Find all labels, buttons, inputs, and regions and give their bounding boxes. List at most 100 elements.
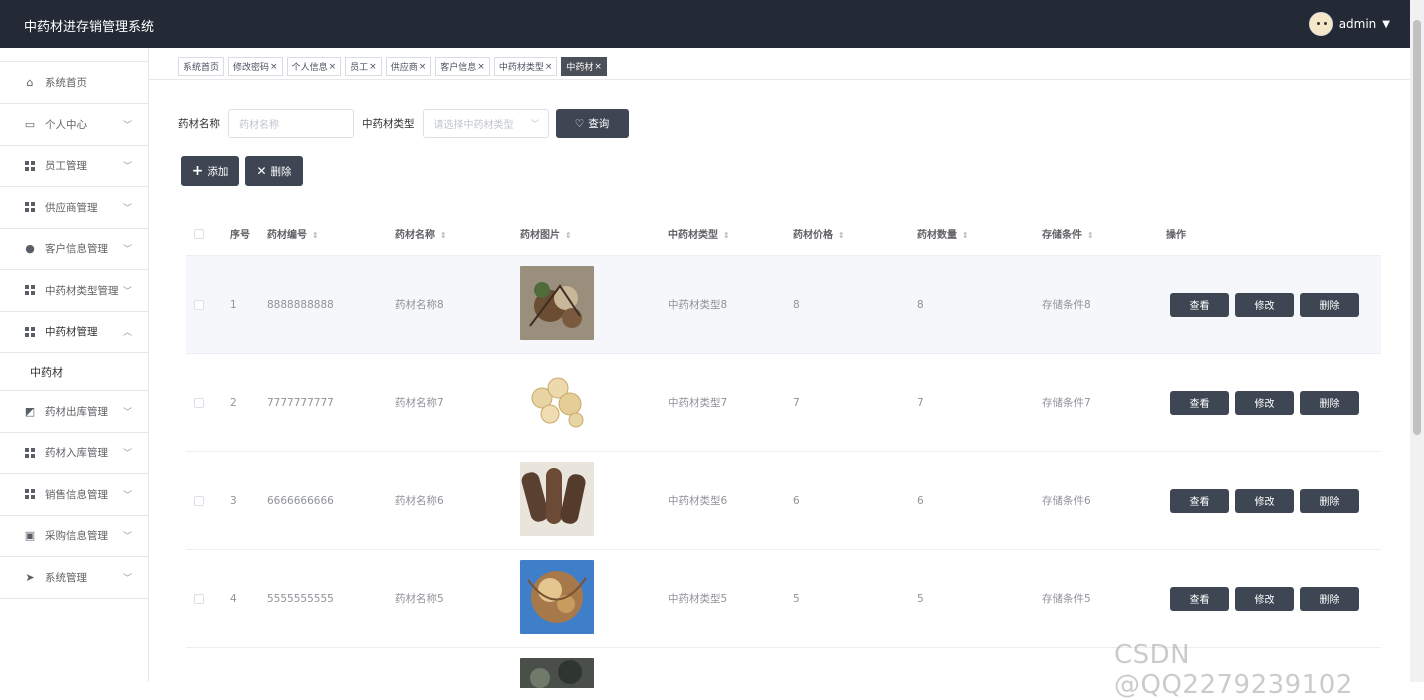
close-icon[interactable]: × <box>594 62 602 72</box>
sidebar-item-purchase[interactable]: ▣ 采购信息管理 ﹀ <box>0 516 148 557</box>
tab-herb-type[interactable]: 中药材类型 × <box>493 57 558 76</box>
sidebar-item-label: 员工管理 <box>45 160 87 173</box>
sidebar-item-personal[interactable]: ▭ 个人中心 ﹀ <box>0 104 148 146</box>
col-label: 药材图片 <box>520 230 560 241</box>
sort-icon: ⇕ <box>1087 231 1094 240</box>
edit-button[interactable]: 修改 <box>1235 586 1294 611</box>
herb-image[interactable] <box>520 366 594 443</box>
tab-supplier[interactable]: 供应商 × <box>385 57 432 76</box>
sidebar-item-label: 药材入库管理 <box>45 447 108 460</box>
row-delete-button[interactable]: 删除 <box>1300 488 1359 513</box>
sidebar-item-sales[interactable]: 销售信息管理 ﹀ <box>0 474 148 516</box>
sidebar-item-label: 供应商管理 <box>45 201 98 214</box>
close-icon[interactable]: × <box>270 62 278 72</box>
name-label: 药材名称 <box>178 118 220 130</box>
herb-image[interactable] <box>520 658 594 688</box>
scrollbar-thumb[interactable] <box>1413 20 1421 435</box>
row-checkbox[interactable] <box>194 593 204 604</box>
grid-icon <box>24 201 36 213</box>
button-label: 添加 <box>207 165 229 178</box>
close-icon[interactable]: × <box>369 62 377 72</box>
sidebar-item-supplier[interactable]: 供应商管理 ﹀ <box>0 187 148 229</box>
tab-staff[interactable]: 员工 × <box>345 57 382 76</box>
name-search-input[interactable]: 药材名称 <box>228 109 354 138</box>
view-button[interactable]: 查看 <box>1170 292 1229 317</box>
sidebar-item-label: 销售信息管理 <box>45 488 108 501</box>
sidebar-item-system[interactable]: ➤ 系统管理 ﹀ <box>0 557 148 599</box>
chevron-down-icon: ﹀ <box>122 407 132 418</box>
sort-icon: ⇕ <box>440 231 447 240</box>
col-image[interactable]: 药材图片 ⇕ <box>520 226 572 241</box>
chevron-down-icon: ﹀ <box>122 245 132 256</box>
cell-price: 6 <box>793 494 800 507</box>
row-checkbox[interactable] <box>194 397 204 408</box>
col-price[interactable]: 药材价格 ⇕ <box>793 226 845 241</box>
sidebar-item-inbound[interactable]: 药材入库管理 ﹀ <box>0 433 148 474</box>
close-icon[interactable]: × <box>545 62 553 72</box>
cell-type: 中药材类型6 <box>668 495 728 507</box>
x-icon: ✕ <box>256 164 267 178</box>
col-label: 药材编号 <box>267 230 307 241</box>
sidebar-item-staff[interactable]: 员工管理 ﹀ <box>0 146 148 187</box>
user-menu[interactable]: admin ▼ <box>1308 12 1390 36</box>
col-qty[interactable]: 药材数量 ⇕ <box>917 226 969 241</box>
sidebar-item-label: 中药材类型管理 <box>45 284 119 297</box>
view-button[interactable]: 查看 <box>1170 586 1229 611</box>
plus-icon: + <box>191 163 204 179</box>
herb-image[interactable] <box>520 266 594 343</box>
row-delete-button[interactable]: 删除 <box>1300 586 1359 611</box>
col-type[interactable]: 中药材类型 ⇕ <box>668 226 730 241</box>
scrollbar[interactable] <box>1410 0 1424 682</box>
col-name[interactable]: 药材名称 ⇕ <box>395 226 447 241</box>
sidebar-item-customer[interactable]: ● 客户信息管理 ﹀ <box>0 229 148 270</box>
row-checkbox[interactable] <box>194 299 204 310</box>
app-title: 中药材进存销管理系统 <box>24 20 155 35</box>
chevron-down-icon: ﹀ <box>122 573 132 584</box>
close-icon[interactable]: × <box>329 62 337 72</box>
sidebar-item-herb-type[interactable]: 中药材类型管理 ﹀ <box>0 270 148 312</box>
sidebar-item-home[interactable]: ⌂ 系统首页 <box>0 62 148 104</box>
col-label: 药材名称 <box>395 230 435 241</box>
close-icon[interactable]: × <box>419 62 427 72</box>
tab-herb[interactable]: 中药材 × <box>561 57 607 76</box>
col-storage[interactable]: 存储条件 ⇕ <box>1042 226 1094 241</box>
cell-storage: 存储条件5 <box>1042 593 1091 605</box>
close-icon[interactable]: × <box>477 62 485 72</box>
home-icon: ⌂ <box>26 76 34 89</box>
edit-button[interactable]: 修改 <box>1235 292 1294 317</box>
tab-label: 客户信息 <box>440 63 477 73</box>
add-button[interactable]: + 添加 <box>181 156 239 186</box>
tab-password[interactable]: 修改密码 × <box>228 57 283 76</box>
select-all-checkbox[interactable] <box>194 228 204 239</box>
view-button[interactable]: 查看 <box>1170 488 1229 513</box>
herb-image[interactable] <box>520 560 594 637</box>
col-label: 存储条件 <box>1042 230 1082 241</box>
sidebar-item-label: 个人中心 <box>45 118 87 131</box>
tab-home[interactable]: 系统首页 <box>178 57 225 76</box>
cell-storage: 存储条件7 <box>1042 397 1091 409</box>
tab-customer[interactable]: 客户信息 × <box>435 57 490 76</box>
grid-icon <box>24 160 36 172</box>
query-button[interactable]: ♡ 查询 <box>555 109 629 138</box>
sidebar-item-label: 客户信息管理 <box>45 243 108 256</box>
col-code[interactable]: 药材编号 ⇕ <box>267 226 319 241</box>
row-checkbox[interactable] <box>194 495 204 506</box>
edit-button[interactable]: 修改 <box>1235 390 1294 415</box>
cell-name: 药材名称6 <box>395 495 444 507</box>
row-delete-button[interactable]: 删除 <box>1300 390 1359 415</box>
herb-image[interactable] <box>520 462 594 539</box>
sort-icon: ⇕ <box>838 231 845 240</box>
delete-button[interactable]: ✕ 删除 <box>245 156 303 186</box>
type-select[interactable]: 请选择中药材类型 ﹀ <box>422 109 549 138</box>
divider <box>149 79 1410 80</box>
view-button[interactable]: 查看 <box>1170 390 1229 415</box>
sidebar-item-outbound[interactable]: ◩ 药材出库管理 ﹀ <box>0 391 148 433</box>
tab-profile[interactable]: 个人信息 × <box>286 57 342 76</box>
sidebar-subitem-herb[interactable]: 中药材 <box>0 353 148 391</box>
edit-button[interactable]: 修改 <box>1235 488 1294 513</box>
doc-icon: ▣ <box>24 529 36 543</box>
tab-label: 员工 <box>350 63 369 73</box>
sidebar-item-herb[interactable]: 中药材管理 ︿ <box>0 312 148 353</box>
row-delete-button[interactable]: 删除 <box>1300 292 1359 317</box>
sidebar-item-label: 中药材管理 <box>45 326 98 339</box>
